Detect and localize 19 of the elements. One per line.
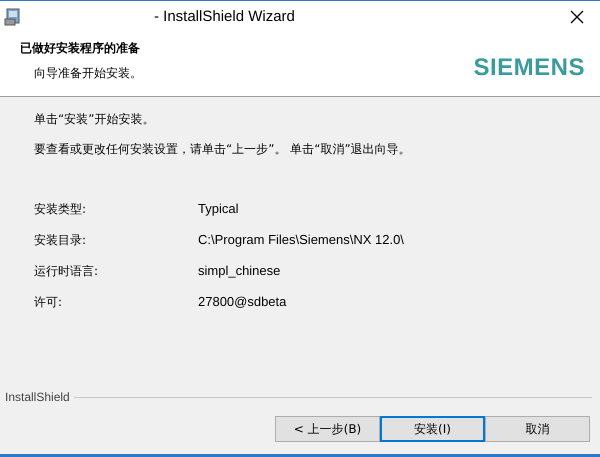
- window-title: - InstallShield Wizard: [154, 8, 296, 25]
- setting-label: 安装目录:: [34, 232, 88, 249]
- setting-value: C:\Program Files\Siemens\NX 12.0\: [198, 232, 405, 249]
- wizard-button[interactable]: 取消: [485, 416, 590, 442]
- close-icon: [570, 10, 584, 24]
- setting-label: 运行时语言:: [34, 263, 100, 280]
- setting-value: simpl_chinese: [198, 263, 282, 280]
- instruction-text: 要查看或更改任何安装设置，请单击“上一步”。 单击“取消”退出向导。: [34, 141, 412, 158]
- setting-label: 许可:: [34, 294, 64, 311]
- wizard-button[interactable]: < 上一步(B): [275, 416, 380, 442]
- header-title: 已做好安装程序的准备: [20, 40, 141, 57]
- brand-label: InstallShield: [5, 390, 70, 404]
- instruction-text: 单击“安装”开始安装。: [34, 111, 156, 128]
- setting-value: 27800@sdbeta: [198, 294, 288, 311]
- wizard-button[interactable]: 安装(I): [380, 416, 485, 442]
- logo: SIEMENS: [473, 54, 585, 82]
- setting-label: 安装类型:: [34, 201, 88, 218]
- setting-value: Typical: [198, 201, 240, 218]
- header-subtitle: 向导准备开始安装。: [33, 65, 142, 82]
